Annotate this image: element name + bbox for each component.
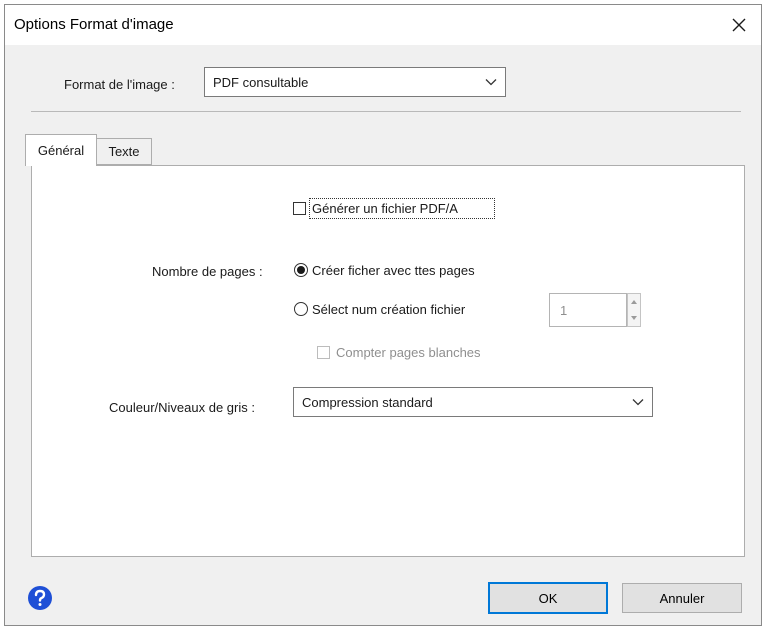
radio-select-pages[interactable] (294, 302, 308, 316)
close-button[interactable] (725, 11, 753, 39)
ok-button-label: OK (538, 590, 558, 606)
help-icon (28, 586, 52, 610)
chevron-down-icon (631, 316, 637, 320)
dialog-window: Options Format d'image Format de l'image… (4, 4, 762, 626)
close-icon (732, 18, 746, 32)
format-select[interactable]: PDF consultable (204, 67, 506, 97)
chevron-up-icon (631, 300, 637, 304)
blank-pages-label: Compter pages blanches (336, 345, 481, 360)
tab-panel-general (31, 165, 745, 557)
tab-general-label: Général (37, 143, 85, 158)
tab-text-label: Texte (108, 144, 140, 159)
page-count-stepper[interactable] (627, 293, 641, 327)
separator (31, 111, 741, 112)
radio-all-pages[interactable] (294, 263, 308, 277)
pdfa-checkbox-label[interactable]: Générer un fichier PDF/A (312, 201, 458, 216)
color-label: Couleur/Niveaux de gris : (109, 400, 255, 415)
tab-general[interactable]: Général (25, 134, 97, 166)
color-select[interactable]: Compression standard (293, 387, 653, 417)
page-count-value: 1 (560, 302, 568, 318)
ok-button[interactable]: OK (488, 582, 608, 614)
blank-pages-checkbox[interactable] (317, 346, 330, 359)
cancel-button[interactable]: Annuler (622, 583, 742, 613)
dialog-title: Options Format d'image (14, 16, 174, 33)
help-button[interactable] (27, 585, 53, 611)
title-bar: Options Format d'image (5, 5, 761, 45)
format-label: Format de l'image : (64, 77, 175, 92)
pages-label: Nombre de pages : (152, 264, 263, 279)
page-count-input[interactable]: 1 (549, 293, 627, 327)
pdfa-checkbox[interactable] (293, 202, 306, 215)
stepper-down-button[interactable] (628, 310, 640, 326)
tab-text[interactable]: Texte (96, 138, 152, 165)
chevron-down-icon (485, 79, 497, 86)
radio-all-pages-label[interactable]: Créer ficher avec ttes pages (312, 263, 475, 278)
radio-select-pages-label[interactable]: Sélect num création fichier (312, 302, 465, 317)
color-select-value: Compression standard (302, 394, 433, 410)
cancel-button-label: Annuler (659, 590, 705, 606)
stepper-up-button[interactable] (628, 294, 640, 310)
format-select-value: PDF consultable (213, 74, 309, 90)
chevron-down-icon (632, 399, 644, 406)
